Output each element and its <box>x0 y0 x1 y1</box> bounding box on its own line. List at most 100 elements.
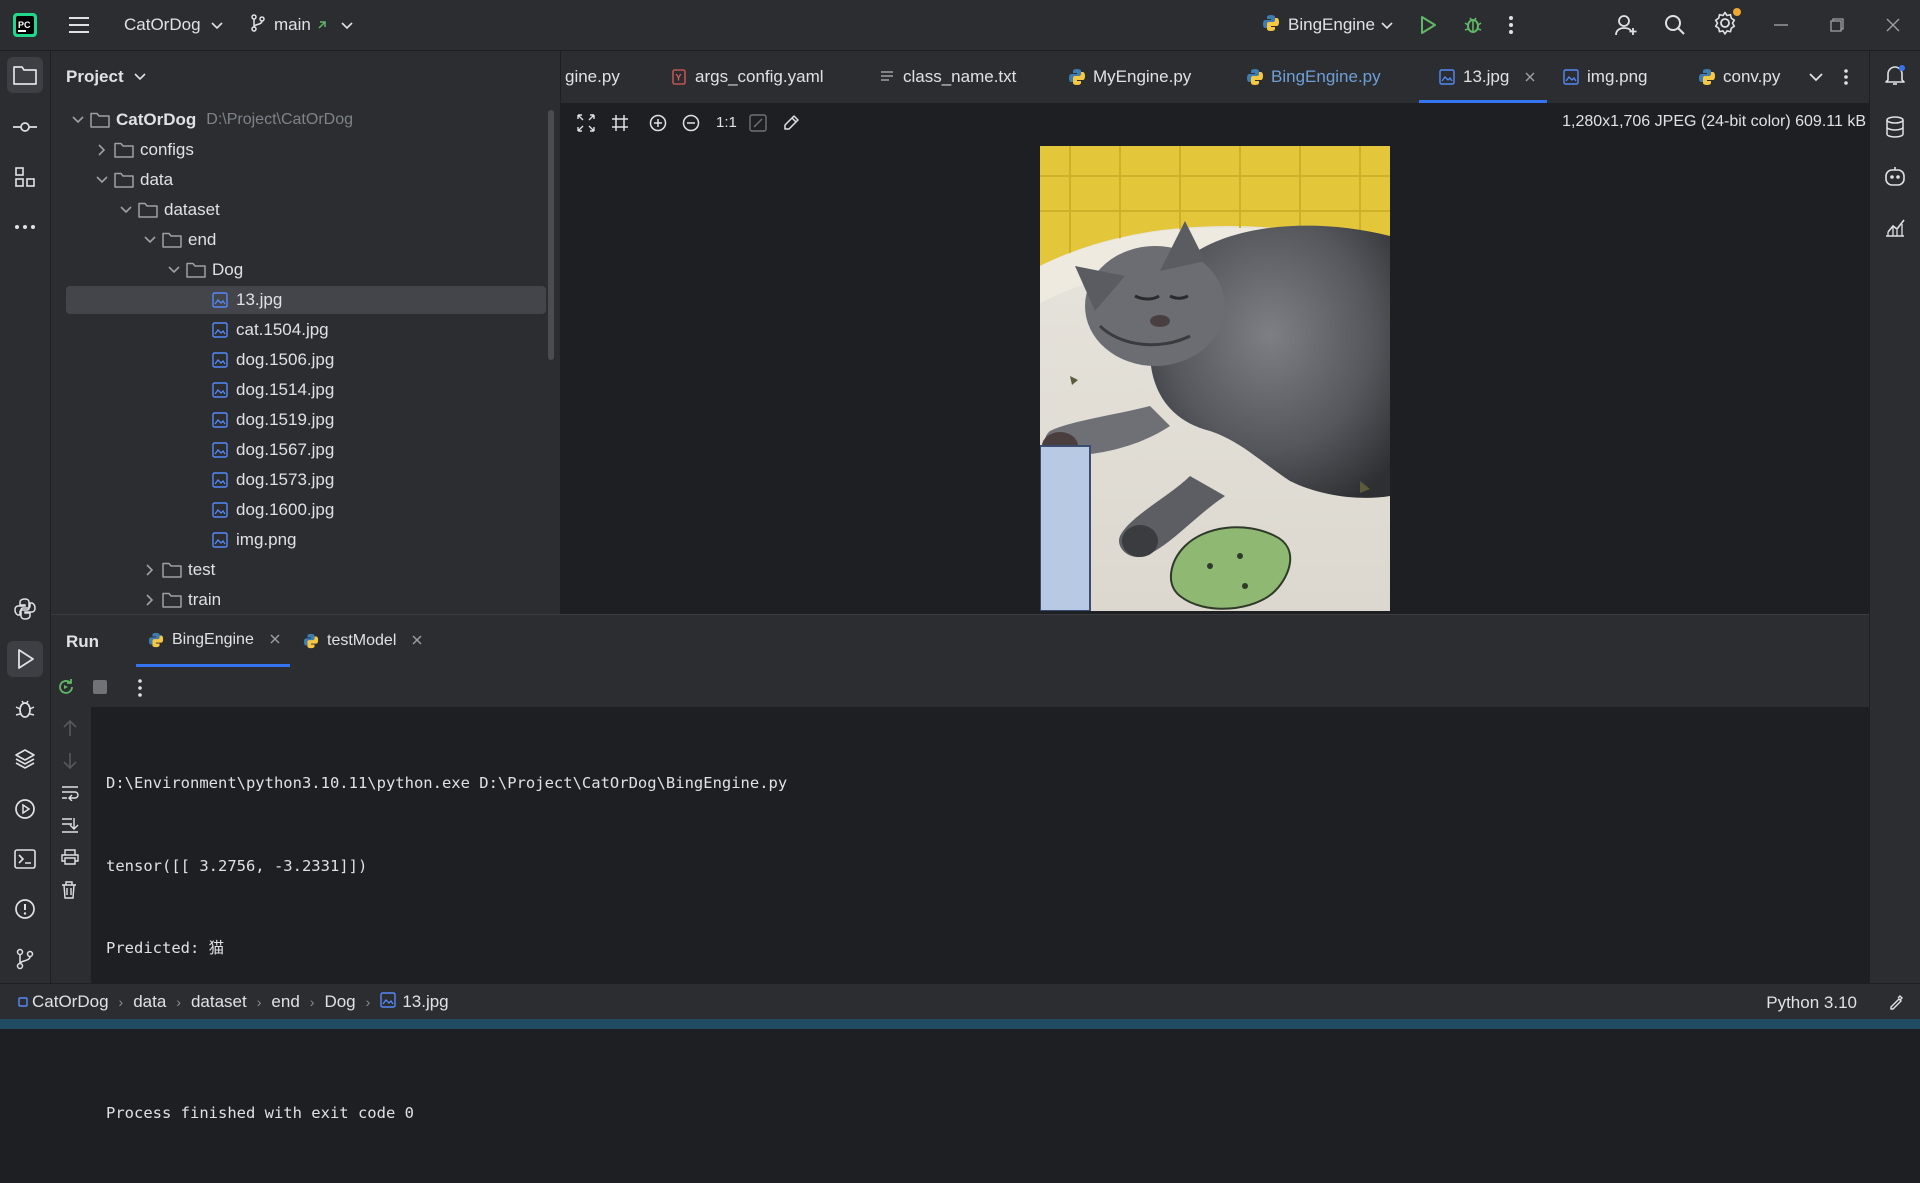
notifications-button[interactable] <box>1877 57 1913 93</box>
restore-button[interactable] <box>1830 0 1844 50</box>
more-actions-button[interactable] <box>1508 0 1514 50</box>
project-tool-button[interactable] <box>7 57 43 93</box>
run-tab-testmodel[interactable]: testModel <box>291 615 432 667</box>
tab-img-png[interactable]: img.png <box>1561 51 1647 103</box>
breadcrumb-item[interactable]: end <box>271 992 299 1012</box>
tree-file[interactable]: dog.1514.jpg <box>66 376 546 404</box>
tab-class-name-txt[interactable]: class_name.txt <box>877 51 1016 103</box>
background-toggle-icon[interactable] <box>749 114 767 137</box>
ai-assistant-button[interactable] <box>1877 159 1913 195</box>
scroll-down-icon[interactable] <box>62 752 78 775</box>
breadcrumb-item[interactable]: dataset <box>191 992 247 1012</box>
tree-file[interactable]: 13.jpg <box>66 286 546 314</box>
tab-myengine-py[interactable]: MyEngine.py <box>1067 51 1191 103</box>
grid-icon[interactable] <box>611 114 629 137</box>
breadcrumb-item[interactable]: CatOrDog <box>18 992 109 1012</box>
app-logo[interactable]: PC <box>12 0 38 50</box>
breadcrumb-item[interactable]: data <box>133 992 166 1012</box>
run-config-selector[interactable]: BingEngine <box>1262 0 1393 50</box>
chevron-right-icon[interactable] <box>94 142 110 158</box>
python-console-button[interactable] <box>7 591 43 627</box>
chevron-down-icon[interactable] <box>70 112 86 128</box>
tab-conv-py[interactable]: conv.py <box>1697 51 1780 103</box>
close-tab-icon[interactable] <box>412 632 422 650</box>
close-window-button[interactable] <box>1886 0 1900 50</box>
close-tab-icon[interactable] <box>1525 67 1535 87</box>
tree-folder[interactable]: dataset <box>66 196 546 224</box>
chevron-right-icon[interactable] <box>142 592 158 608</box>
more-actions-button[interactable] <box>137 679 143 702</box>
commit-tool-button[interactable] <box>7 109 43 145</box>
debug-tool-button[interactable] <box>7 691 43 727</box>
console-output[interactable]: D:\Environment\python3.10.11\python.exe … <box>106 715 787 1183</box>
tree-file[interactable]: dog.1519.jpg <box>66 406 546 434</box>
tab-gine-py[interactable]: gine.py <box>565 51 620 103</box>
zoom-out-icon[interactable] <box>682 114 700 137</box>
debug-button[interactable] <box>1463 0 1483 50</box>
structure-tool-button[interactable] <box>7 159 43 195</box>
problems-tool-button[interactable] <box>7 891 43 927</box>
zoom-in-icon[interactable] <box>649 114 667 137</box>
add-user-button[interactable] <box>1614 0 1638 50</box>
minimize-button[interactable] <box>1774 0 1788 50</box>
soft-wrap-icon[interactable] <box>61 785 79 806</box>
trash-icon[interactable] <box>61 881 77 904</box>
database-button[interactable] <box>1877 109 1913 145</box>
tree-file[interactable]: cat.1504.jpg <box>66 316 546 344</box>
scroll-to-end-icon[interactable] <box>61 817 79 838</box>
run-tab-bingengine[interactable]: BingEngine <box>136 615 290 667</box>
tree-folder[interactable]: test <box>66 556 546 584</box>
run-button[interactable] <box>1419 0 1437 50</box>
chevron-down-icon[interactable] <box>134 68 146 86</box>
chevron-right-icon[interactable] <box>142 562 158 578</box>
project-panel-title[interactable]: Project <box>66 67 124 87</box>
tree-scrollbar[interactable] <box>548 110 554 360</box>
actual-size-button[interactable]: 1:1 <box>716 114 737 131</box>
tree-file[interactable]: dog.1567.jpg <box>66 436 546 464</box>
breadcrumb-item[interactable]: Dog <box>324 992 355 1012</box>
tree-file[interactable]: dog.1506.jpg <box>66 346 546 374</box>
chevron-down-icon[interactable] <box>142 232 158 248</box>
branch-switcher[interactable]: main <box>250 0 353 50</box>
project-switcher[interactable]: CatOrDog <box>124 0 223 50</box>
rerun-icon[interactable] <box>56 677 76 702</box>
interpreter-selector[interactable]: Python 3.10 <box>1766 993 1857 1013</box>
tree-file[interactable]: dog.1600.jpg <box>66 496 546 524</box>
color-picker-icon[interactable] <box>782 114 800 137</box>
tree-folder[interactable]: train <box>66 586 546 614</box>
tab-args-config-yaml[interactable]: Y args_config.yaml <box>669 51 824 103</box>
tree-folder[interactable]: data <box>66 166 546 194</box>
tree-file[interactable]: img.png <box>66 526 546 554</box>
run-tool-button[interactable] <box>7 641 43 677</box>
breadcrumb-item[interactable]: 13.jpg <box>380 991 449 1013</box>
scroll-up-icon[interactable] <box>62 719 78 742</box>
chevron-down-icon[interactable] <box>94 172 110 188</box>
tree-folder[interactable]: Dog <box>66 256 546 284</box>
stop-icon[interactable] <box>93 680 107 699</box>
fit-zoom-icon[interactable] <box>577 114 595 137</box>
tree-folder[interactable]: configs <box>66 136 546 164</box>
tab-bingengine-py[interactable]: BingEngine.py <box>1245 51 1381 103</box>
tab-label: BingEngine.py <box>1271 67 1381 86</box>
print-icon[interactable] <box>61 849 79 870</box>
services-tool-button[interactable] <box>7 791 43 827</box>
chevron-down-icon[interactable] <box>118 202 134 218</box>
settings-button[interactable] <box>1713 0 1741 50</box>
more-tools-button[interactable] <box>7 209 43 245</box>
close-tab-icon[interactable] <box>270 631 280 649</box>
tree-folder[interactable]: end <box>66 226 546 254</box>
tree-folder[interactable]: CatOrDog D:\Project\CatOrDog <box>66 106 546 134</box>
layers-tool-button[interactable] <box>7 741 43 777</box>
tab-more-button[interactable] <box>1843 51 1849 103</box>
profiler-button[interactable] <box>1877 209 1913 245</box>
git-tool-button[interactable] <box>7 941 43 977</box>
lock-icon[interactable] <box>1888 994 1904 1015</box>
tree-file[interactable]: dog.1573.jpg <box>66 466 546 494</box>
chevron-down-icon[interactable] <box>166 262 182 278</box>
search-button[interactable] <box>1664 0 1686 50</box>
tab-13-jpg[interactable]: 13.jpg <box>1419 51 1548 103</box>
terminal-tool-button[interactable] <box>7 841 43 877</box>
tab-list-dropdown[interactable] <box>1809 51 1823 103</box>
main-menu-button[interactable] <box>68 0 90 50</box>
